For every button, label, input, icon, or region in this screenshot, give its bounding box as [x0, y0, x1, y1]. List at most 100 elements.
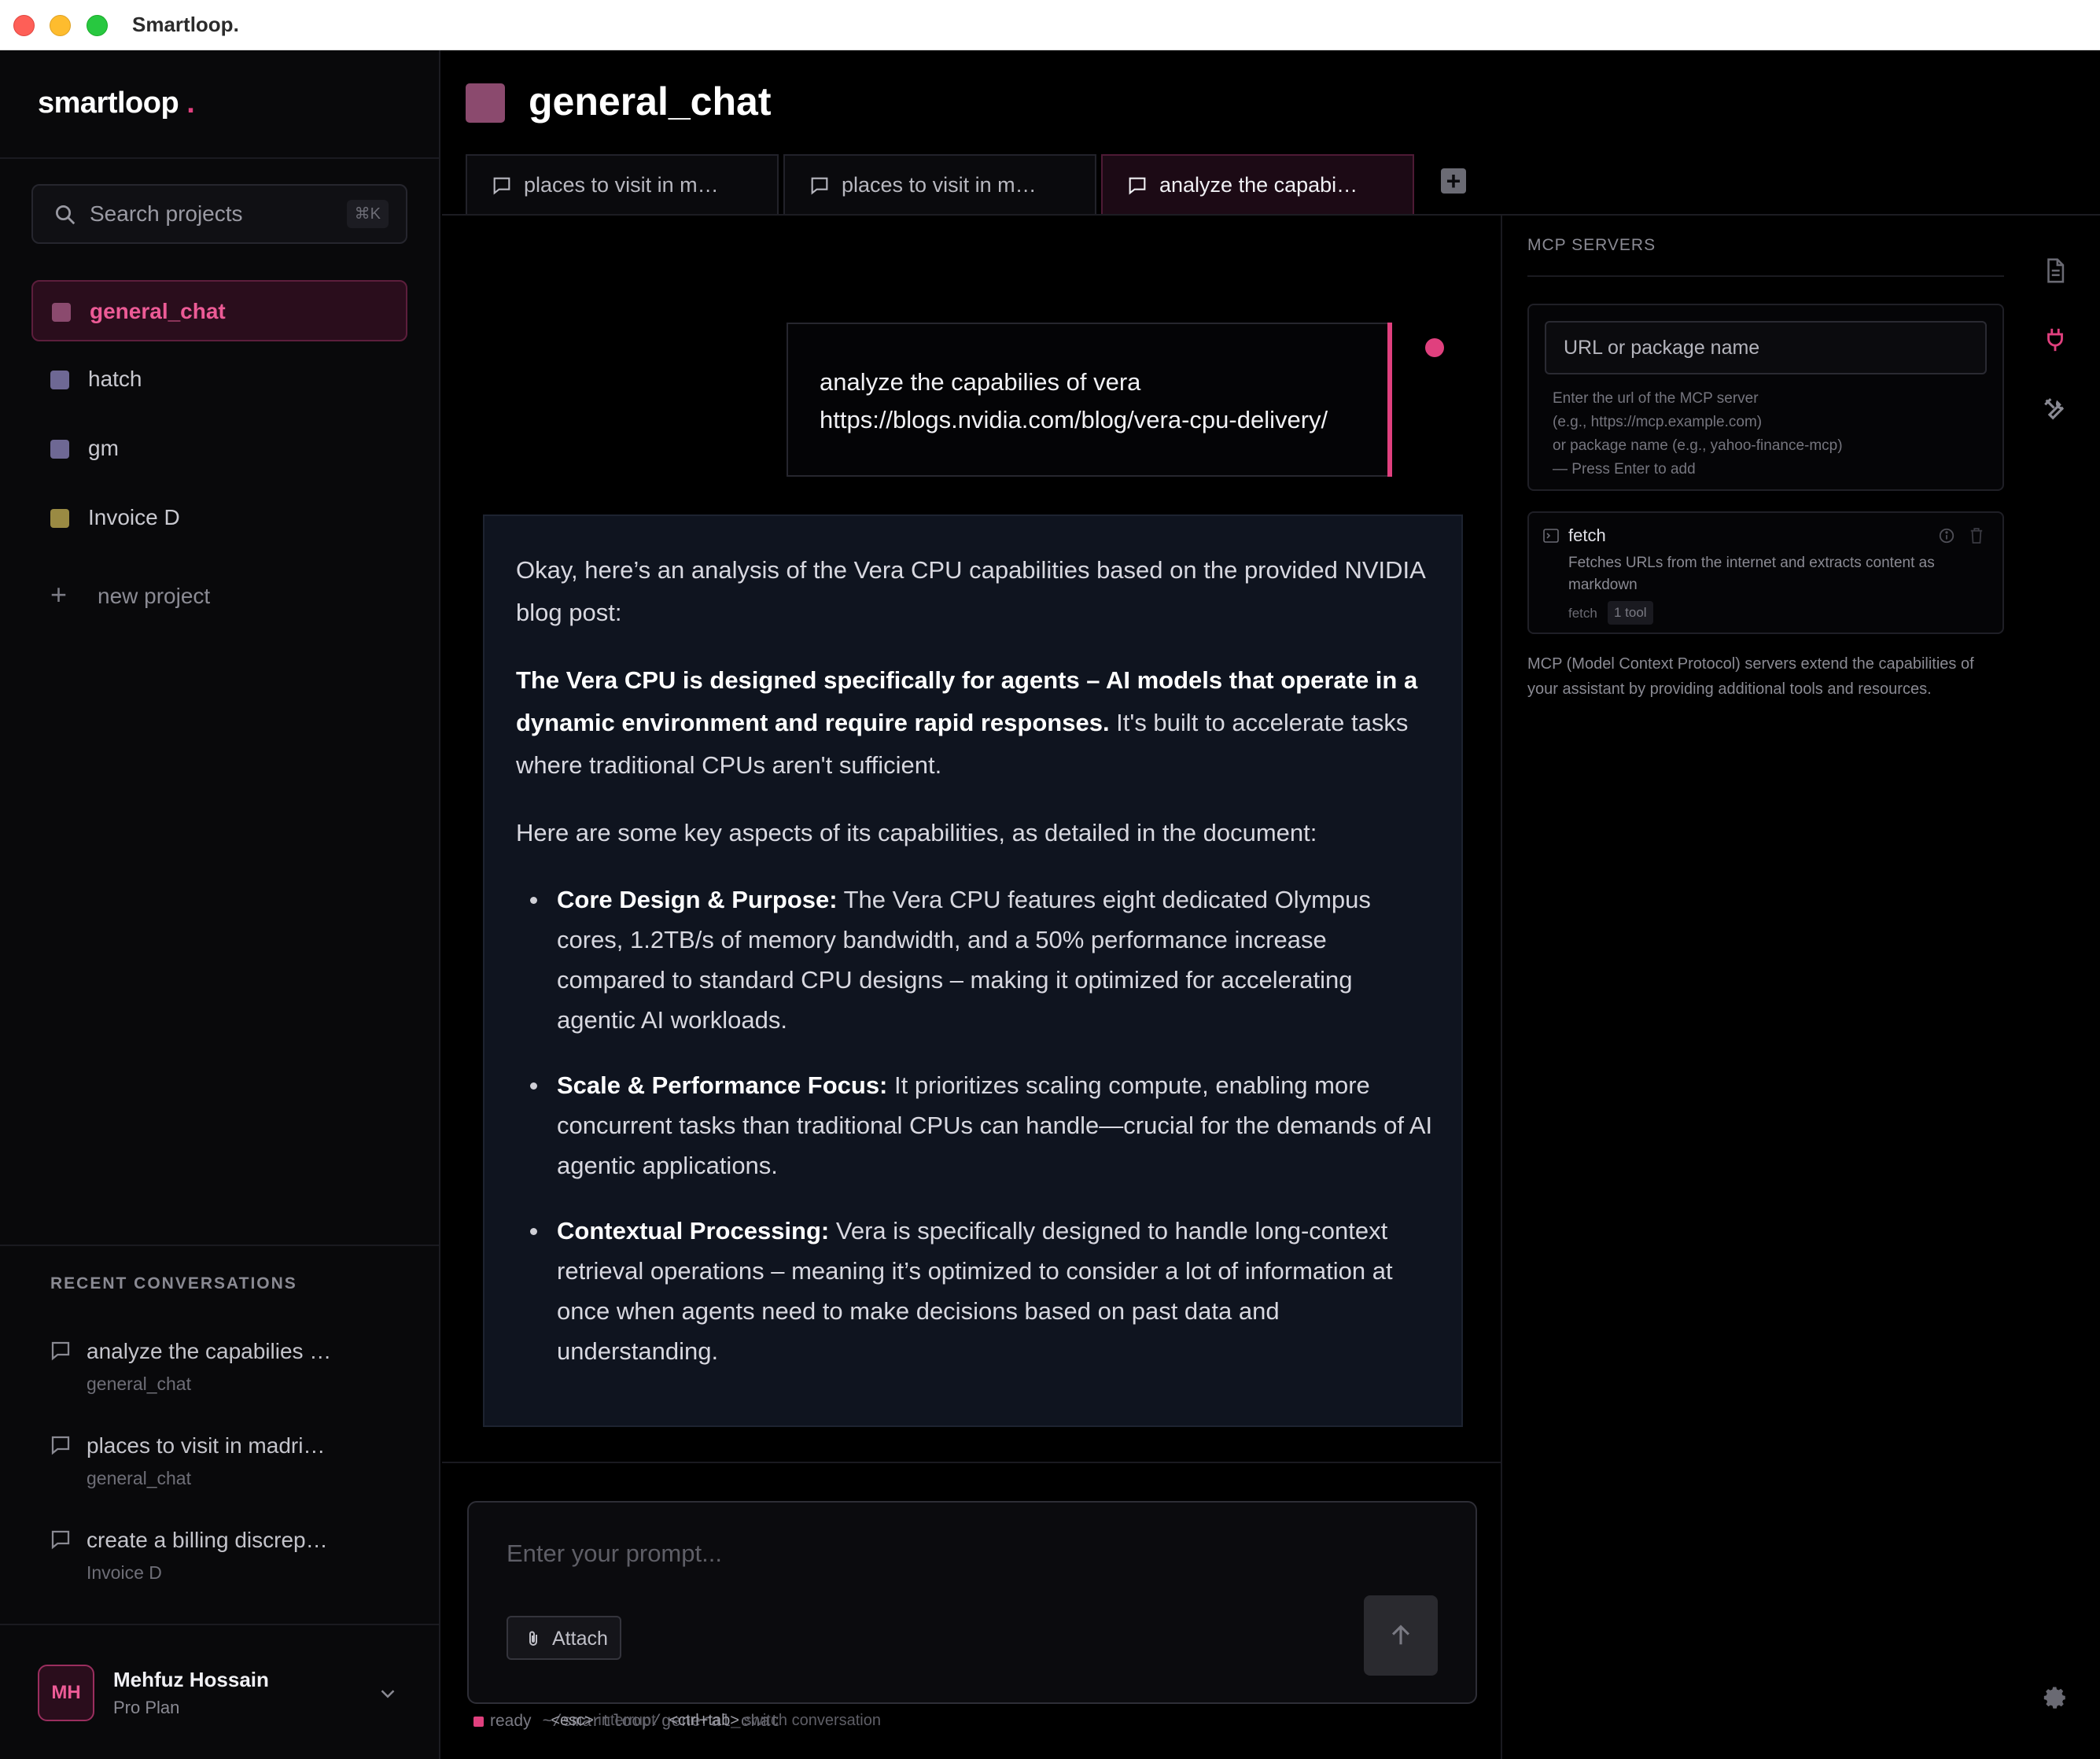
bullet-heading: Contextual Processing: [557, 1217, 830, 1245]
recent-conversations-heading: RECENT CONVERSATIONS [50, 1274, 297, 1293]
project-label: hatch [88, 367, 142, 391]
search-input[interactable] [90, 186, 326, 242]
mcp-divider [1527, 275, 2004, 277]
conversation-title: analyze the capabilies … [87, 1339, 332, 1363]
project-label: gm [88, 436, 119, 460]
sidebar-item-gm[interactable]: gm [31, 419, 407, 480]
chevron-down-icon[interactable] [376, 1682, 400, 1706]
recent-conversation-item[interactable]: create a billing discrep… Invoice D [31, 1523, 407, 1610]
tab-label: places to visit in m… [524, 173, 719, 197]
chat-bubble-icon [1129, 177, 1146, 195]
keyboard-hints: <esc> interrupt <ctrl+tab> switch conver… [551, 1712, 881, 1730]
window-titlebar: Smartloop. [0, 0, 2100, 50]
list-item: Core Design & Purpose: The Vera CPU feat… [530, 880, 1433, 1040]
brand-name: smartloop [38, 87, 179, 120]
server-tool-count: 1 tool [1608, 601, 1653, 625]
tab-conversation-1[interactable]: places to visit in m… [466, 154, 779, 214]
bullet-heading: Core Design & Purpose: [557, 886, 838, 913]
sidebar-divider [0, 157, 439, 159]
search-icon [56, 205, 76, 225]
document-icon[interactable] [2042, 256, 2069, 285]
attach-label: Attach [552, 1628, 608, 1650]
prompt-composer: Attach [467, 1501, 1477, 1704]
project-color-swatch [50, 509, 69, 528]
trash-icon[interactable] [1969, 527, 1984, 544]
chat-column: analyze the capabilies of vera https://b… [442, 216, 1502, 1759]
status-state: ready [490, 1712, 532, 1730]
mcp-help-text: Enter the url of the MCP server (e.g., h… [1553, 390, 1843, 478]
conversation-title: places to visit in madri… [87, 1433, 326, 1458]
composer-divider [442, 1462, 1501, 1463]
sidebar-divider [0, 1245, 439, 1246]
mcp-add-form: Enter the url of the MCP server (e.g., h… [1527, 304, 2004, 491]
hint-key: <esc> [551, 1712, 594, 1729]
chat-bubble-icon [493, 177, 510, 195]
new-project-button[interactable]: + new project [31, 568, 407, 623]
user-message-text: analyze the capabilies of vera https://b… [820, 368, 1328, 433]
zoom-window-button[interactable] [87, 15, 108, 36]
chat-bubble-icon [811, 177, 828, 195]
window-title: Smartloop. [132, 13, 239, 36]
main-area: general_chat places to visit in m… place… [442, 50, 2100, 1759]
hint-text: interrupt [593, 1712, 656, 1729]
conversation-project: Invoice D [87, 1562, 162, 1583]
hint-text: switch conversation [739, 1712, 881, 1729]
paperclip-icon [529, 1631, 537, 1646]
conversation-title: create a billing discrep… [87, 1528, 328, 1552]
plug-icon[interactable] [2042, 326, 2069, 354]
user-indicator-dot [1425, 338, 1444, 357]
tab-conversation-3[interactable]: analyze the capabi… [1101, 154, 1414, 214]
recent-conversation-item[interactable]: analyze the capabilies … general_chat [31, 1334, 407, 1421]
mcp-server-card[interactable]: fetch Fetches URLs from the internet and… [1527, 511, 2004, 634]
server-tool-tag: fetch [1568, 606, 1597, 621]
info-icon[interactable] [1938, 527, 1955, 544]
prompt-input[interactable] [507, 1534, 1214, 1573]
chat-bubble-icon [51, 1436, 70, 1455]
status-indicator [473, 1717, 484, 1727]
conversation-project: general_chat [87, 1468, 191, 1488]
assistant-summary: The Vera CPU is designed specifically fo… [516, 659, 1433, 787]
chat-bubble-icon [51, 1530, 70, 1550]
project-search[interactable]: ⌘K [31, 184, 407, 244]
project-label: general_chat [90, 299, 226, 323]
minimize-window-button[interactable] [50, 15, 71, 36]
sidebar-item-invoice-d[interactable]: Invoice D [31, 488, 407, 549]
server-name: fetch [1568, 525, 1606, 545]
project-color-swatch [50, 440, 69, 459]
tab-label: analyze the capabi… [1159, 173, 1358, 197]
user-message: analyze the capabilies of vera https://b… [787, 323, 1392, 477]
tab-conversation-2[interactable]: places to visit in m… [783, 154, 1096, 214]
attach-button[interactable]: Attach [507, 1616, 621, 1660]
project-color-swatch [52, 303, 71, 322]
user-name: Mehfuz Hossain [113, 1668, 269, 1691]
list-item: Scale & Performance Focus: It prioritize… [530, 1065, 1433, 1186]
brand-logo: smartloop . [38, 87, 195, 120]
user-menu[interactable]: MH Mehfuz Hossain Pro Plan [0, 1624, 439, 1759]
avatar: MH [38, 1665, 94, 1721]
mcp-heading: MCP SERVERS [1527, 236, 1656, 254]
hint-key: <ctrl+tab> [669, 1712, 739, 1729]
recent-conversation-item[interactable]: places to visit in madri… general_chat [31, 1429, 407, 1515]
tab-label: places to visit in m… [842, 173, 1037, 197]
plus-icon: + [50, 578, 68, 610]
project-label: Invoice D [88, 505, 180, 529]
assistant-bullets: Core Design & Purpose: The Vera CPU feat… [530, 880, 1433, 1371]
assistant-intro: Okay, here’s an analysis of the Vera CPU… [516, 556, 1425, 626]
sidebar-item-general-chat[interactable]: general_chat [31, 280, 407, 341]
mcp-description: MCP (Model Context Protocol) servers ext… [1527, 655, 1974, 698]
new-project-label: new project [98, 584, 211, 608]
gear-icon[interactable] [2042, 1683, 2069, 1712]
user-plan: Pro Plan [113, 1698, 180, 1717]
project-color-swatch [466, 83, 505, 123]
new-tab-button[interactable]: + [1441, 168, 1466, 194]
close-window-button[interactable] [13, 15, 35, 36]
send-button[interactable] [1364, 1595, 1438, 1676]
tools-icon[interactable] [2042, 395, 2069, 423]
terminal-icon [1543, 529, 1559, 543]
mcp-url-input[interactable] [1545, 321, 1987, 374]
server-description: Fetches URLs from the internet and extra… [1568, 555, 1935, 593]
bullet-heading: Scale & Performance Focus: [557, 1071, 888, 1099]
sidebar-item-hatch[interactable]: hatch [31, 349, 407, 411]
list-item: Contextual Processing: Vera is specifica… [530, 1211, 1433, 1371]
arrow-up-icon [1391, 1624, 1410, 1645]
